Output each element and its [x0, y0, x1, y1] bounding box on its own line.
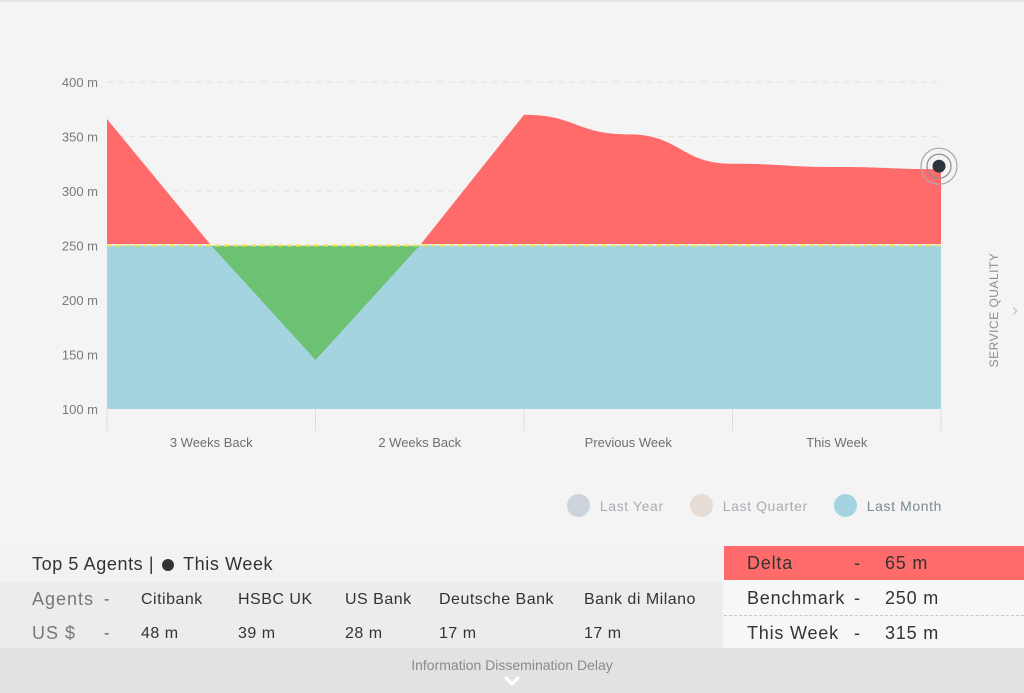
y-tick-label: 250 m: [62, 239, 98, 254]
agent-name: Deutsche Bank: [439, 591, 555, 608]
this-week-value: 315 m: [885, 623, 940, 643]
delta-value: 65 m: [885, 553, 929, 573]
row-dash: -: [854, 623, 861, 643]
agent-name: HSBC UK: [238, 591, 313, 608]
row-dash: -: [854, 553, 861, 573]
current-point-marker: [932, 159, 946, 173]
x-tick-label: 3 Weeks Back: [170, 435, 253, 450]
area-chart: 100 m 150 m 200 m 250 m 300 m 350 m 400 m 3 Wee…: [62, 75, 958, 450]
chevron-right-icon[interactable]: ›: [1012, 300, 1018, 321]
row-label-agents: Agents: [32, 589, 95, 609]
agent-value: 39 m: [238, 625, 276, 642]
benchmark-label: Benchmark: [747, 588, 846, 608]
x-tick-label: 2 Weeks Back: [378, 435, 461, 450]
agent-name: US Bank: [345, 591, 412, 608]
this-week-label: This Week: [747, 623, 839, 643]
legend-label: Last Quarter: [722, 497, 808, 514]
legend-swatch: [689, 494, 713, 517]
agents-title-text: Top 5 Agents |: [32, 554, 155, 574]
last-month-area: [107, 245, 941, 409]
legend-item-last-month[interactable]: Last Month: [833, 494, 942, 517]
agent-value: 28 m: [345, 625, 383, 642]
row-label-us: US $: [32, 623, 77, 643]
chart-legend: Last Year Last Quarter Last Month: [566, 494, 942, 517]
y-tick-label: 100 m: [62, 402, 98, 417]
service-quality-label[interactable]: SERVICE QUALITY: [987, 253, 1001, 368]
legend-swatch: [833, 494, 857, 517]
y-tick-label: 350 m: [62, 130, 98, 145]
this-week-row: This Week - 315 m: [724, 616, 1024, 650]
legend-item-last-year[interactable]: Last Year: [566, 494, 664, 517]
x-tick-label: Previous Week: [585, 435, 673, 450]
legend-label: Last Year: [599, 497, 664, 514]
legend-swatch: [566, 494, 590, 517]
agent-value: 17 m: [584, 625, 622, 642]
footer-label: Information Dissemination Delay: [411, 657, 613, 673]
row-dash: -: [854, 588, 861, 608]
chevron-down-icon[interactable]: [502, 674, 522, 688]
y-tick-label: 150 m: [62, 348, 98, 363]
legend-item-last-quarter[interactable]: Last Quarter: [689, 494, 808, 517]
legend-label: Last Month: [866, 497, 942, 514]
agents-name-row: Agents - Citibank HSBC UK US Bank Deutsc…: [0, 583, 722, 617]
agent-name: Citibank: [141, 591, 203, 608]
agent-value: 17 m: [439, 625, 477, 642]
agents-panel-title: Top 5 Agents | This Week: [0, 546, 722, 582]
delta-label: Delta: [747, 553, 794, 573]
agent-name: Bank di Milano: [584, 591, 696, 608]
chart-area: 100 m 150 m 200 m 250 m 300 m 350 m 400 m 3 Wee…: [0, 0, 1024, 546]
benchmark-value: 250 m: [885, 588, 940, 608]
delta-row: Delta - 65 m: [724, 546, 1024, 580]
agents-title-series: This Week: [183, 554, 274, 574]
y-tick-label: 200 m: [62, 293, 98, 308]
agents-value-row: US $ - 48 m 39 m 28 m 17 m 17 m: [0, 617, 722, 651]
y-tick-label: 300 m: [62, 184, 98, 199]
agent-value: 48 m: [141, 625, 179, 642]
row-dash: -: [104, 591, 110, 608]
summary-panel: Delta - 65 m Benchmark - 250 m This Week…: [724, 546, 1024, 648]
series-dot-icon: [161, 559, 174, 571]
benchmark-row: Benchmark - 250 m: [724, 581, 1024, 616]
x-tick-label: This Week: [806, 435, 868, 450]
row-dash: -: [104, 625, 110, 642]
top-agents-panel: Top 5 Agents | This Week Agents - Citiba…: [0, 546, 722, 648]
y-tick-label: 400 m: [62, 75, 98, 90]
